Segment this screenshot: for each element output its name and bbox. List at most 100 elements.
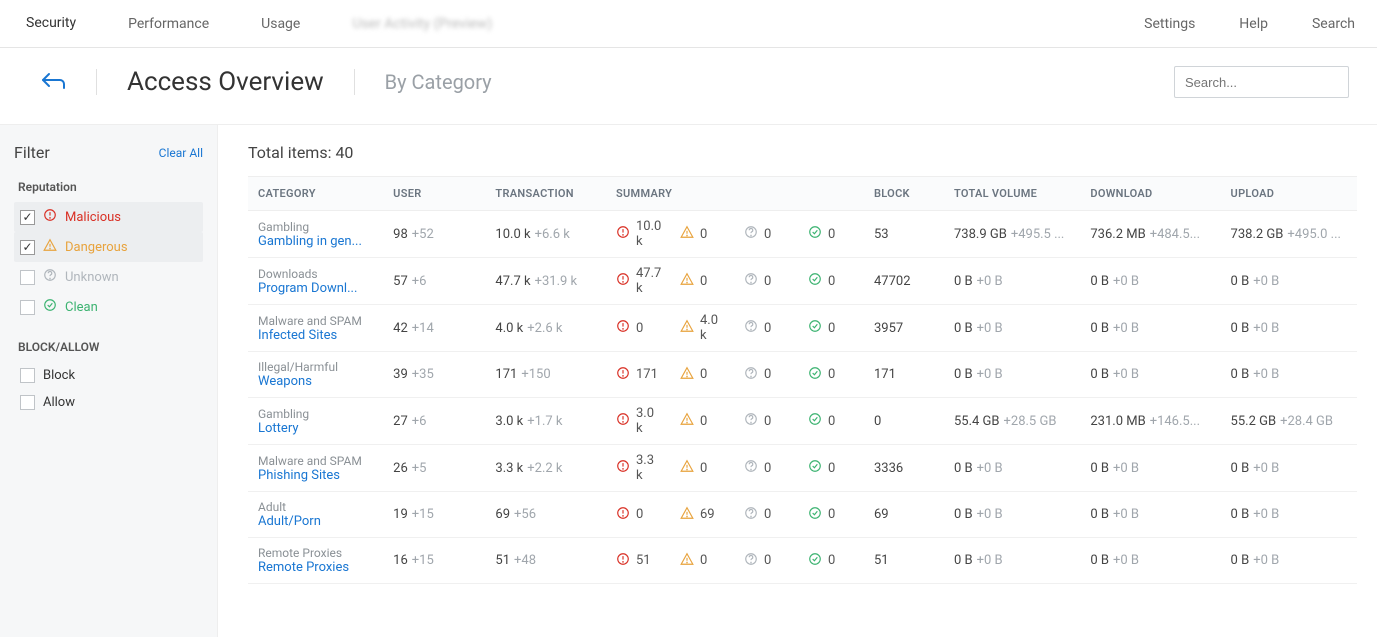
main-content: Total items: 40 CATEGORYUSERTRANSACTIONS…	[218, 125, 1377, 637]
checkbox[interactable]	[20, 270, 35, 285]
table-row: AdultAdult/Porn19+1569+5606900690 B+0 B0…	[248, 492, 1357, 538]
dangerous-value: 0	[700, 461, 707, 476]
download: 736.2 MB	[1090, 227, 1145, 242]
block-count: 3957	[874, 321, 903, 336]
tab-user-activity[interactable]: User Activity (Preview)	[326, 0, 518, 47]
back-icon[interactable]	[40, 70, 66, 94]
nav-search[interactable]: Search	[1290, 16, 1377, 32]
checkbox[interactable]: ✓	[20, 210, 35, 225]
table-row: DownloadsProgram Downl...57+647.7 k+31.9…	[248, 258, 1357, 305]
filter-block[interactable]: Block	[14, 362, 203, 389]
column-header[interactable]: TRANSACTION	[485, 177, 606, 211]
filter-allow[interactable]: Allow	[14, 389, 203, 416]
category-link[interactable]: Adult/Porn	[258, 514, 373, 529]
unknown-icon	[744, 552, 758, 570]
category-group: Malware and SPAM	[258, 454, 373, 468]
total-volume-delta: +0 B	[977, 274, 1003, 289]
filter-label: Clean	[65, 300, 98, 315]
filter-dangerous[interactable]: ✓ Dangerous	[14, 232, 203, 262]
filter-unknown[interactable]: Unknown	[14, 262, 203, 292]
summary-cell: 47.7 k000	[616, 266, 854, 296]
clean-value: 0	[828, 414, 835, 429]
filter-clean[interactable]: Clean	[14, 292, 203, 322]
column-header[interactable]: UPLOAD	[1221, 177, 1357, 211]
total-volume-delta: +28.5 GB	[1004, 414, 1057, 429]
transaction-count: 3.3 k	[495, 461, 523, 476]
category-link[interactable]: Remote Proxies	[258, 560, 373, 575]
category-link[interactable]: Phishing Sites	[258, 468, 373, 483]
unknown-value: 0	[764, 274, 771, 289]
clean-icon	[808, 459, 822, 477]
search-input[interactable]	[1185, 75, 1361, 90]
filter-title: Filter	[14, 143, 50, 162]
transaction-delta: +2.6 k	[527, 321, 562, 336]
upload-delta: +0 B	[1253, 367, 1279, 382]
dan-icon	[43, 238, 57, 256]
upload-delta: +0 B	[1253, 461, 1279, 476]
download-delta: +0 B	[1113, 553, 1139, 568]
unknown-value: 0	[764, 321, 771, 336]
filter-sidebar: Filter Clear All Reputation ✓Malicious✓D…	[0, 125, 218, 637]
user-delta: +35	[412, 367, 434, 382]
checkbox[interactable]	[20, 300, 35, 315]
unknown-icon	[744, 459, 758, 477]
checkbox[interactable]	[20, 395, 35, 410]
table-row: Malware and SPAMInfected Sites42+144.0 k…	[248, 305, 1357, 352]
summary-cell: 3.3 k000	[616, 453, 854, 483]
filter-label: Dangerous	[65, 240, 128, 255]
nav-settings[interactable]: Settings	[1122, 16, 1217, 32]
column-header[interactable]: TOTAL VOLUME	[944, 177, 1080, 211]
upload-delta: +0 B	[1253, 274, 1279, 289]
tab-usage[interactable]: Usage	[235, 0, 326, 47]
category-link[interactable]: Gambling in gen...	[258, 234, 373, 249]
category-link[interactable]: Lottery	[258, 421, 373, 436]
dangerous-value: 0	[700, 367, 707, 382]
summary-cell: 3.0 k000	[616, 406, 854, 436]
page-subtitle: By Category	[385, 70, 492, 94]
dangerous-icon	[680, 272, 694, 290]
table-row: GamblingGambling in gen...98+5210.0 k+6.…	[248, 211, 1357, 258]
checkbox[interactable]	[20, 368, 35, 383]
column-header[interactable]: BLOCK	[864, 177, 944, 211]
upload-delta: +0 B	[1253, 321, 1279, 336]
clear-all-link[interactable]: Clear All	[159, 146, 203, 160]
user-count: 16	[393, 553, 408, 568]
category-group: Illegal/Harmful	[258, 360, 373, 374]
download: 0 B	[1090, 553, 1109, 568]
column-header[interactable]: CATEGORY	[248, 177, 383, 211]
download: 231.0 MB	[1090, 414, 1145, 429]
upload: 0 B	[1231, 507, 1250, 522]
filter-label: Block	[43, 368, 75, 383]
search-box[interactable]	[1174, 66, 1349, 98]
total-volume: 0 B	[954, 461, 973, 476]
category-link[interactable]: Weapons	[258, 374, 373, 389]
dangerous-value: 0	[700, 274, 707, 289]
column-header[interactable]: SUMMARY	[606, 177, 864, 211]
malicious-icon	[616, 506, 630, 524]
tab-security[interactable]: Security	[0, 0, 102, 47]
reputation-section-label: Reputation	[18, 180, 203, 194]
tab-performance[interactable]: Performance	[102, 0, 235, 47]
clean-value: 0	[828, 227, 835, 242]
total-volume-delta: +495.5 ...	[1011, 227, 1065, 242]
malicious-icon	[616, 459, 630, 477]
nav-help[interactable]: Help	[1217, 16, 1290, 32]
user-count: 26	[393, 461, 408, 476]
column-header[interactable]: DOWNLOAD	[1080, 177, 1220, 211]
malicious-icon	[616, 366, 630, 384]
column-header[interactable]: USER	[383, 177, 485, 211]
category-link[interactable]: Infected Sites	[258, 328, 373, 343]
total-volume: 55.4 GB	[954, 414, 1000, 429]
total-volume: 738.9 GB	[954, 227, 1007, 242]
filter-malicious[interactable]: ✓Malicious	[14, 202, 203, 232]
malicious-icon	[616, 225, 630, 243]
category-link[interactable]: Program Downl...	[258, 281, 373, 296]
total-volume-delta: +0 B	[977, 507, 1003, 522]
table-row: Illegal/HarmfulWeapons39+35171+150171000…	[248, 352, 1357, 398]
download-delta: +484.5...	[1150, 227, 1200, 242]
malicious-icon	[616, 412, 630, 430]
malicious-value: 51	[636, 553, 651, 568]
checkbox[interactable]: ✓	[20, 240, 35, 255]
total-volume-delta: +0 B	[977, 553, 1003, 568]
download-delta: +0 B	[1113, 507, 1139, 522]
